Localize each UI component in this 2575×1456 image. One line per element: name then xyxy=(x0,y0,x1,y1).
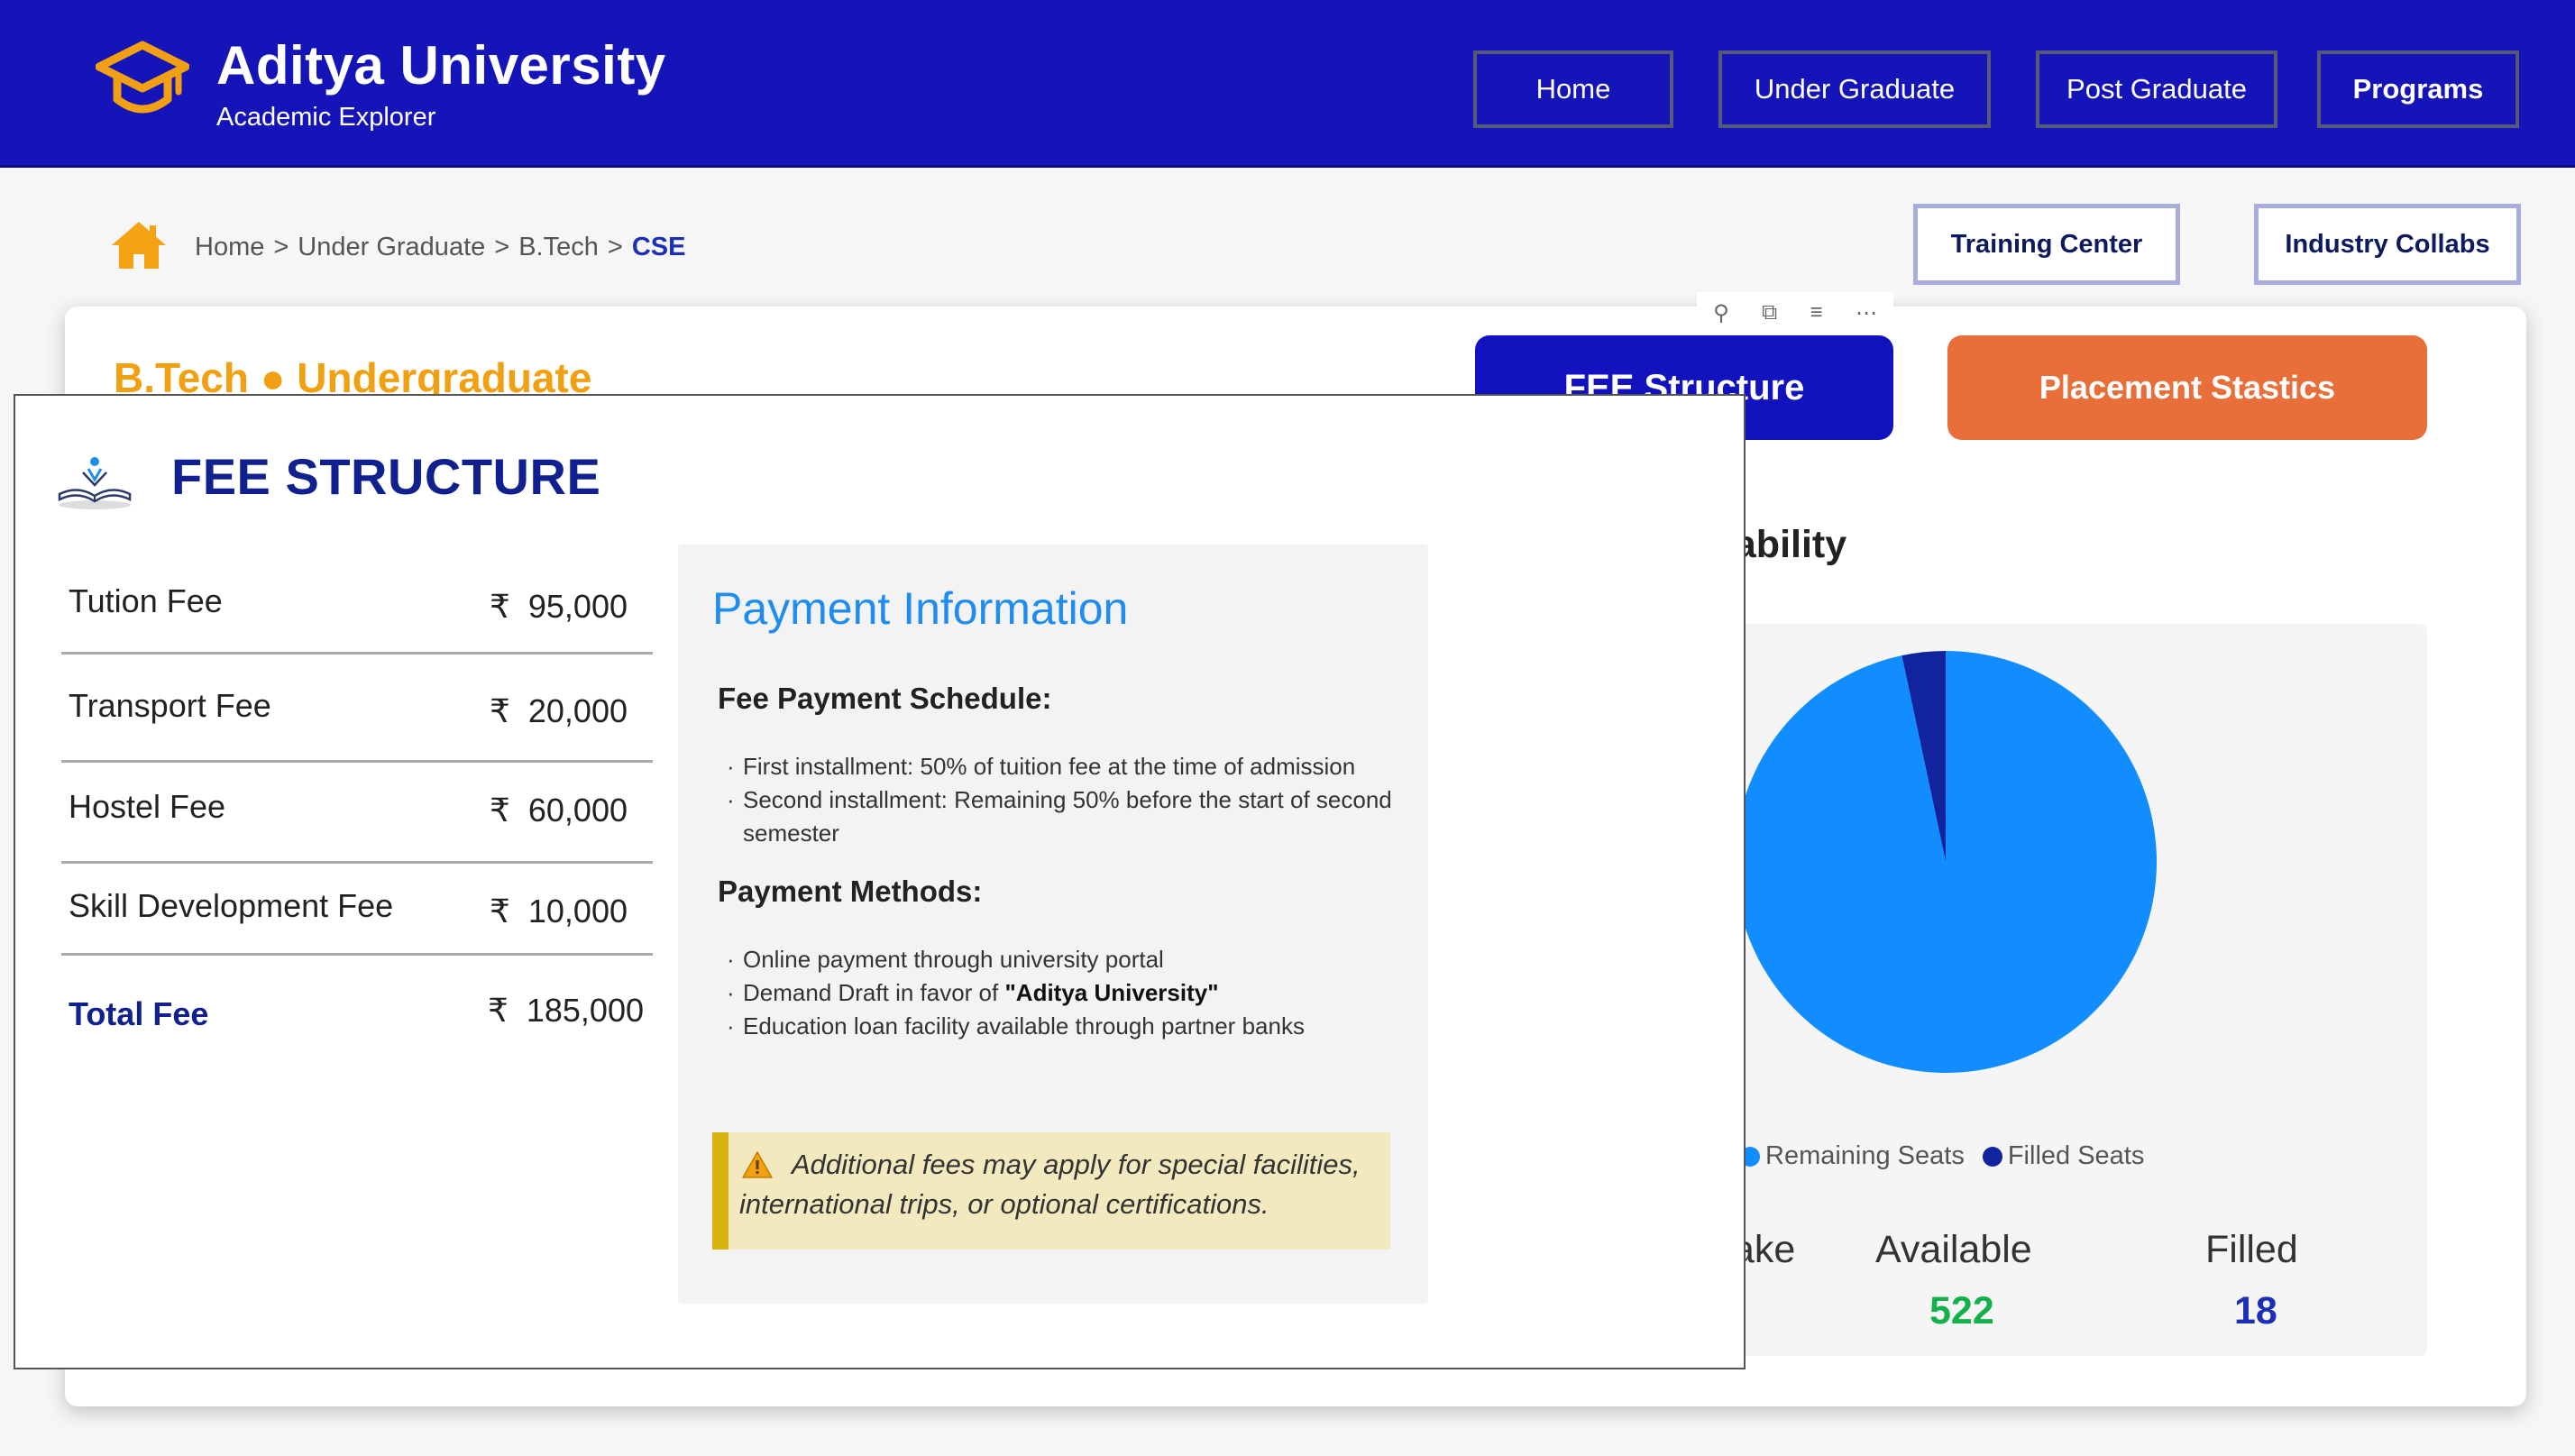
breadcrumb-under-graduate[interactable]: Under Graduate xyxy=(298,233,485,262)
list-item: Demand Draft in favor of "Aditya Univers… xyxy=(727,976,1421,1010)
total-fee-label: Total Fee xyxy=(69,995,209,1032)
fee-name: Tution Fee xyxy=(69,582,223,619)
nav-programs-button[interactable]: Programs xyxy=(2317,50,2519,128)
placement-statistics-button[interactable]: Placement Stastics xyxy=(1947,335,2427,440)
filled-value: 18 xyxy=(2234,1289,2277,1332)
list-item: Online payment through university portal xyxy=(727,943,1421,976)
fee-structure-heading: FEE STRUCTURE xyxy=(171,448,601,505)
filled-label: Filled xyxy=(2205,1228,2298,1271)
breadcrumb: Home > Under Graduate > B.Tech > CSE xyxy=(195,233,685,262)
legend-dot xyxy=(1982,1146,2002,1167)
chart-legend: Remaining Seats Filled Seats xyxy=(1740,1141,2144,1171)
rupee-symbol: ₹ xyxy=(489,588,510,625)
pin-icon[interactable]: ⚲ xyxy=(1713,300,1729,326)
additional-fees-note-text: Additional fees may apply for special fa… xyxy=(739,1149,1361,1220)
fee-value: 95,000 xyxy=(527,588,628,625)
payment-methods-heading: Payment Methods: xyxy=(718,875,983,908)
breadcrumb-separator: > xyxy=(607,233,623,261)
fee-amount: ₹ 20,000 xyxy=(490,692,628,730)
rupee-symbol: ₹ xyxy=(489,692,510,729)
rupee-symbol: ₹ xyxy=(489,893,510,929)
fee-name: Transport Fee xyxy=(69,687,271,724)
filter-icon[interactable]: ≡ xyxy=(1810,300,1823,325)
method-highlight: "Aditya University" xyxy=(1004,979,1219,1006)
fee-row: Transport Fee ₹ 20,000 xyxy=(61,655,653,763)
legend-label: Filled Seats xyxy=(2007,1141,2145,1170)
payment-information-title: Payment Information xyxy=(712,583,1129,634)
list-item: Education loan facility available throug… xyxy=(727,1010,1421,1043)
open-book-icon xyxy=(58,457,132,509)
payment-schedule-list: First installment: 50% of tuition fee at… xyxy=(727,750,1421,850)
list-item: Second installment: Remaining 50% before… xyxy=(727,783,1421,850)
total-fee-amount: ₹ 185,000 xyxy=(488,992,644,1030)
pie-slice-remaining-seats[interactable] xyxy=(1735,651,2157,1073)
brand-subtitle: Academic Explorer xyxy=(216,103,436,132)
payment-methods-list: Online payment through university portal… xyxy=(727,943,1421,1043)
brand-title: Aditya University xyxy=(216,35,666,96)
total-fee-value: 185,000 xyxy=(526,992,644,1029)
fee-row: Hostel Fee ₹ 60,000 xyxy=(61,763,653,864)
top-navigation-bar: Aditya University Academic Explorer Home… xyxy=(0,0,2575,168)
fee-row: Tution Fee ₹ 95,000 xyxy=(61,570,653,655)
fee-value: 60,000 xyxy=(527,792,628,829)
fee-amount: ₹ 10,000 xyxy=(490,893,628,930)
breadcrumb-separator: > xyxy=(273,233,289,261)
available-value: 522 xyxy=(1929,1289,1994,1332)
visual-toolbar: ⚲ ⧉ ≡ ⋯ xyxy=(1697,292,1893,334)
breadcrumb-current: CSE xyxy=(631,233,686,261)
breadcrumb-btech[interactable]: B.Tech xyxy=(518,233,599,262)
fee-total-row: Total Fee ₹ 185,000 xyxy=(61,956,653,1055)
home-icon[interactable] xyxy=(110,220,168,270)
legend-filled-seats[interactable]: Filled Seats xyxy=(1982,1141,2145,1171)
nav-home-button[interactable]: Home xyxy=(1473,50,1673,128)
rupee-symbol: ₹ xyxy=(489,792,510,829)
payment-schedule-heading: Fee Payment Schedule: xyxy=(718,682,1052,715)
rupee-symbol: ₹ xyxy=(487,992,509,1029)
list-item: First installment: 50% of tuition fee at… xyxy=(727,750,1421,783)
industry-collabs-button[interactable]: Industry Collabs xyxy=(2254,204,2521,285)
available-label: Available xyxy=(1875,1228,2032,1271)
fee-amount: ₹ 95,000 xyxy=(490,588,628,626)
method-text: Demand Draft in favor of xyxy=(743,979,1005,1006)
legend-remaining-seats[interactable]: Remaining Seats xyxy=(1740,1141,1965,1171)
fee-name: Skill Development Fee xyxy=(69,887,394,924)
fee-name: Hostel Fee xyxy=(69,788,226,825)
breadcrumb-separator: > xyxy=(494,233,510,261)
warning-icon xyxy=(742,1151,773,1178)
training-center-button[interactable]: Training Center xyxy=(1913,204,2180,285)
legend-label: Remaining Seats xyxy=(1765,1141,1965,1170)
nav-post-graduate-button[interactable]: Post Graduate xyxy=(2036,50,2277,128)
more-icon[interactable]: ⋯ xyxy=(1856,300,1877,326)
graduation-cap-icon xyxy=(96,41,189,114)
seat-availability-pie-chart xyxy=(1735,651,2157,1073)
fee-amount: ₹ 60,000 xyxy=(490,792,628,829)
copy-icon[interactable]: ⧉ xyxy=(1762,300,1777,325)
breadcrumb-home[interactable]: Home xyxy=(195,233,264,262)
fee-value: 20,000 xyxy=(527,692,628,729)
fee-row: Skill Development Fee ₹ 10,000 xyxy=(61,864,653,956)
fee-value: 10,000 xyxy=(527,893,628,929)
nav-under-graduate-button[interactable]: Under Graduate xyxy=(1718,50,1991,128)
